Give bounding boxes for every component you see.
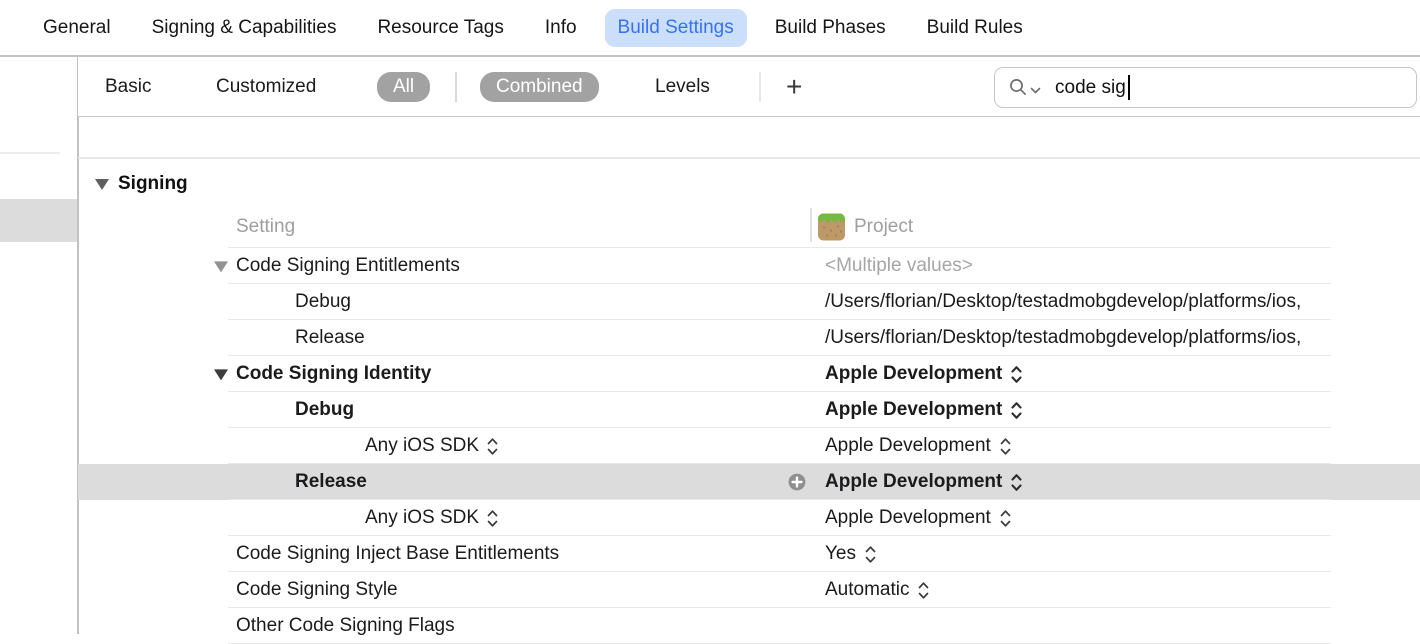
project-app-icon xyxy=(818,214,845,241)
add-setting-button[interactable]: + xyxy=(780,73,808,101)
disclosure-triangle-icon[interactable] xyxy=(95,179,109,190)
table-row-inject-base-entitlements[interactable]: Code Signing Inject Base Entitlements Ye… xyxy=(78,536,1420,572)
sidebar-separator xyxy=(0,152,60,154)
table-row-identity-debug[interactable]: Debug Apple Development xyxy=(78,392,1420,428)
disclosure-triangle-icon[interactable] xyxy=(214,261,228,272)
table-row-identity-release-selected[interactable]: Release Apple Development xyxy=(78,464,1420,500)
table-row-identity-release-any-ios-sdk[interactable]: Any iOS SDK Apple Development xyxy=(78,500,1420,536)
toolbar-divider xyxy=(455,72,457,102)
content-top-rule xyxy=(78,157,1420,159)
setting-value[interactable]: <Multiple values> xyxy=(825,255,1420,277)
toolbar-divider xyxy=(759,72,761,102)
section-title: Signing xyxy=(118,173,188,195)
setting-label: Release xyxy=(295,471,367,493)
setting-label: Code Signing Entitlements xyxy=(236,255,460,277)
setting-value-dropdown[interactable]: Yes xyxy=(825,543,1420,565)
tab-resource-tags[interactable]: Resource Tags xyxy=(377,17,503,39)
setting-value[interactable]: /Users/florian/Desktop/testadmobgdevelop… xyxy=(825,291,1420,313)
setting-label[interactable]: Any iOS SDK xyxy=(365,435,498,457)
search-icon xyxy=(1008,77,1029,98)
table-row-code-signing-entitlements[interactable]: Code Signing Entitlements <Multiple valu… xyxy=(78,248,1420,284)
setting-value-dropdown[interactable]: Apple Development xyxy=(825,363,1420,385)
section-header-signing[interactable]: Signing xyxy=(95,173,188,195)
stepper-icon xyxy=(1011,401,1022,420)
stepper-icon xyxy=(918,581,929,600)
tab-general[interactable]: General xyxy=(43,17,111,39)
filter-basic[interactable]: Basic xyxy=(105,76,151,98)
filter-all[interactable]: All xyxy=(377,72,430,102)
table-row-code-signing-identity[interactable]: Code Signing Identity Apple Development xyxy=(78,356,1420,392)
search-input-value[interactable]: code sig xyxy=(1055,77,1126,99)
build-settings-toolbar: Basic Customized All Combined Levels + c… xyxy=(78,57,1420,117)
disclosure-triangle-icon[interactable] xyxy=(214,369,228,380)
setting-label: Code Signing Style xyxy=(236,579,398,601)
table-row-entitlements-debug[interactable]: Debug /Users/florian/Desktop/testadmobgd… xyxy=(78,284,1420,320)
stepper-icon xyxy=(1011,473,1022,492)
setting-value-dropdown[interactable]: Apple Development xyxy=(825,507,1420,529)
filter-customized[interactable]: Customized xyxy=(216,76,316,98)
column-header-setting: Setting xyxy=(236,216,295,238)
setting-label: Release xyxy=(295,327,365,349)
tab-build-phases[interactable]: Build Phases xyxy=(775,17,886,39)
project-editor-tabbar: General Signing & Capabilities Resource … xyxy=(0,0,1420,57)
setting-value-dropdown[interactable]: Apple Development xyxy=(825,435,1420,457)
stepper-icon xyxy=(487,437,498,456)
setting-label: Code Signing Identity xyxy=(236,363,431,385)
text-caret xyxy=(1128,75,1130,100)
stepper-icon xyxy=(1000,437,1011,456)
stepper-icon xyxy=(1011,365,1022,384)
plus-circle-icon xyxy=(788,473,806,491)
tab-build-rules[interactable]: Build Rules xyxy=(927,17,1023,39)
stepper-icon xyxy=(865,545,876,564)
table-row-identity-debug-any-ios-sdk[interactable]: Any iOS SDK Apple Development xyxy=(78,428,1420,464)
setting-value-dropdown[interactable]: Apple Development xyxy=(825,471,1420,493)
view-combined[interactable]: Combined xyxy=(480,72,599,102)
stepper-icon xyxy=(1000,509,1011,528)
view-levels[interactable]: Levels xyxy=(655,76,710,98)
column-divider xyxy=(810,208,812,242)
column-header-project: Project xyxy=(854,216,913,238)
setting-value-dropdown[interactable]: Apple Development xyxy=(825,399,1420,421)
setting-label[interactable]: Any iOS SDK xyxy=(365,507,498,529)
settings-table-header: Setting Project xyxy=(78,206,1420,248)
stepper-icon xyxy=(487,509,498,528)
setting-label: Code Signing Inject Base Entitlements xyxy=(236,543,559,565)
tab-info[interactable]: Info xyxy=(545,17,577,39)
setting-label: Debug xyxy=(295,399,354,421)
xcode-project-editor: { "tabbar": { "tabs": [ { "label": "Gene… xyxy=(0,0,1420,634)
tab-build-settings[interactable]: Build Settings xyxy=(605,9,747,47)
sidebar-selected-item[interactable] xyxy=(0,199,77,242)
search-scope-chevron-icon[interactable] xyxy=(1030,87,1041,95)
tab-signing-capabilities[interactable]: Signing & Capabilities xyxy=(152,17,337,39)
table-row-entitlements-release[interactable]: Release /Users/florian/Desktop/testadmob… xyxy=(78,320,1420,356)
table-row-other-code-signing-flags[interactable]: Other Code Signing Flags xyxy=(78,608,1420,644)
setting-value[interactable]: /Users/florian/Desktop/testadmobgdevelop… xyxy=(825,327,1420,349)
setting-value-dropdown[interactable]: Automatic xyxy=(825,579,1420,601)
setting-label: Debug xyxy=(295,291,351,313)
search-field[interactable]: code sig xyxy=(994,67,1417,108)
add-value-button[interactable] xyxy=(788,473,806,491)
settings-table: Code Signing Entitlements <Multiple valu… xyxy=(78,248,1420,644)
table-row-code-signing-style[interactable]: Code Signing Style Automatic xyxy=(78,572,1420,608)
